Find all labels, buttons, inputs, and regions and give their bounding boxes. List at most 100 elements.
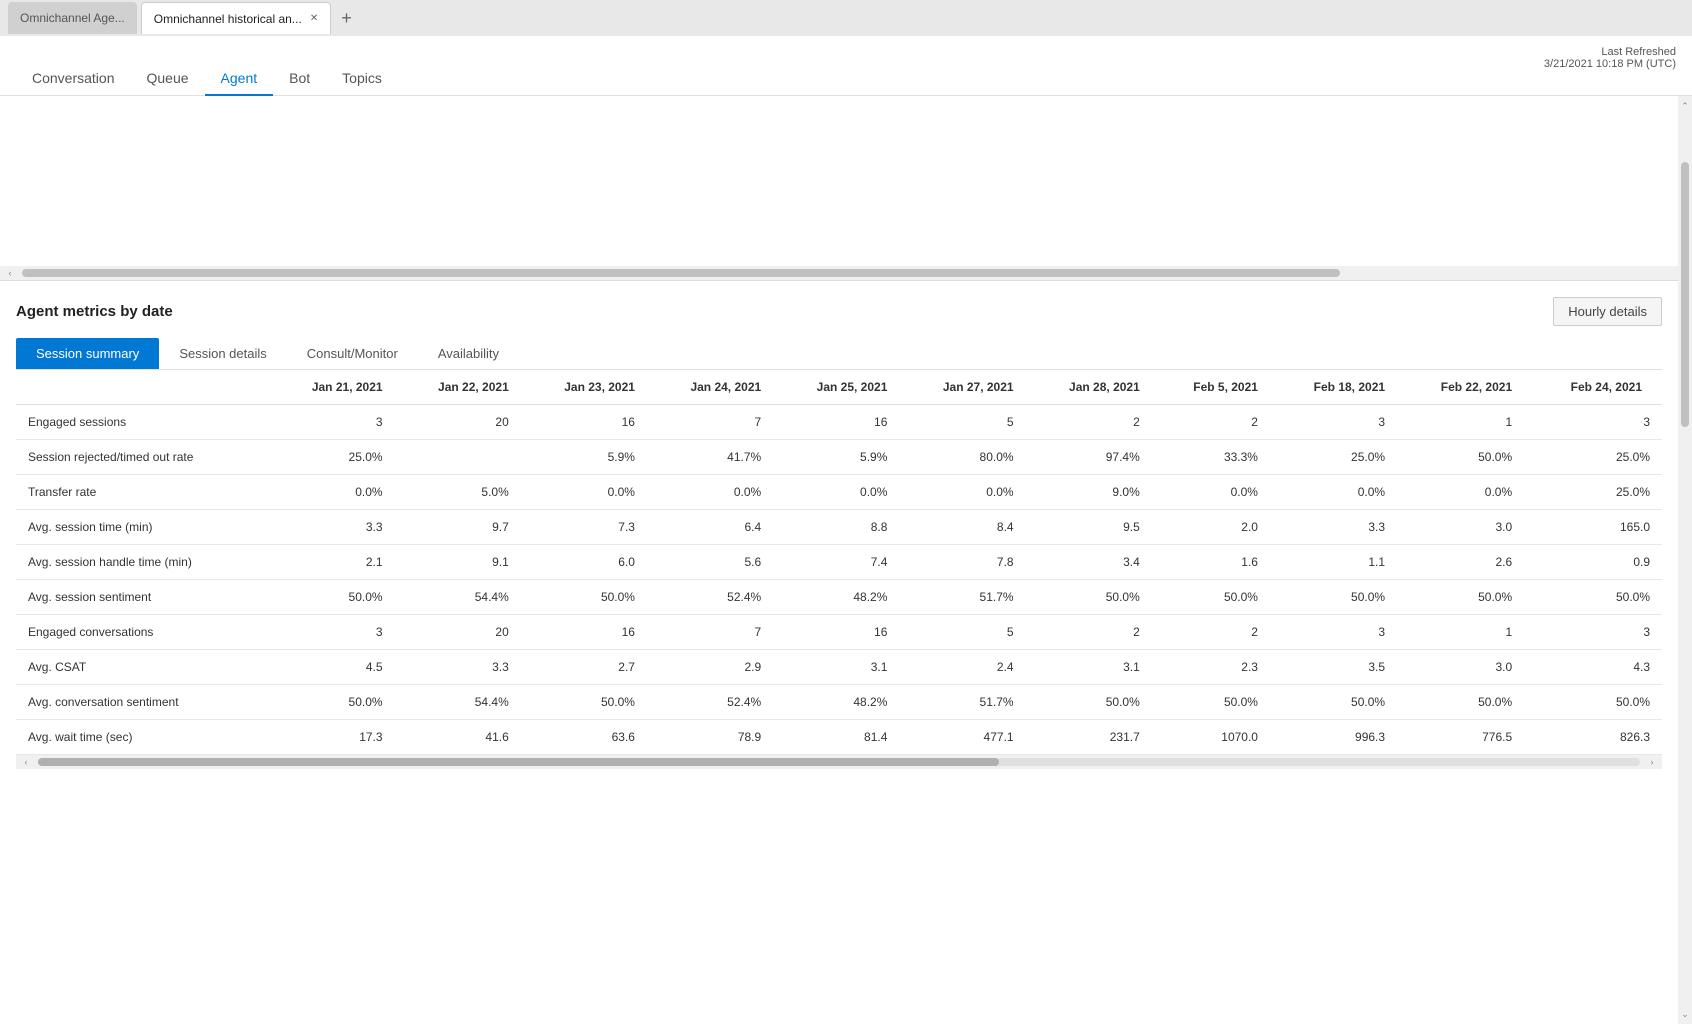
add-tab-button[interactable]: + <box>335 8 358 29</box>
cell-value: 48.2% <box>773 685 899 720</box>
cell-value: 50.0% <box>1397 685 1524 720</box>
cell-value: 50.0% <box>1397 440 1524 475</box>
hourly-details-button[interactable]: Hourly details <box>1553 297 1662 326</box>
last-refreshed: Last Refreshed 3/21/2021 10:18 PM (UTC) <box>1544 46 1676 70</box>
cell-value: 9.1 <box>395 545 521 580</box>
cell-value: 52.4% <box>647 580 773 615</box>
cell-value: 25.0% <box>1524 440 1662 475</box>
cell-value: 0.9 <box>1524 545 1662 580</box>
tab-session-details[interactable]: Session details <box>159 338 286 369</box>
scroll-left-arrow-bottom[interactable]: ‹ <box>16 755 36 769</box>
cell-metric: Avg. session handle time (min) <box>16 545 268 580</box>
tab-inactive-label: Omnichannel Age... <box>20 11 125 25</box>
cell-metric: Transfer rate <box>16 475 268 510</box>
cell-value: 3.1 <box>1026 650 1152 685</box>
cell-value: 50.0% <box>1152 580 1270 615</box>
close-icon[interactable]: ✕ <box>310 13 318 24</box>
table-row: Engaged conversations32016716522313 <box>16 615 1662 650</box>
chart-area: ‹ › <box>0 96 1692 281</box>
cell-value: 3 <box>1270 615 1397 650</box>
scroll-thumb-bottom[interactable] <box>38 758 999 766</box>
cell-value: 3.3 <box>268 510 394 545</box>
data-table-container[interactable]: Jan 21, 2021 Jan 22, 2021 Jan 23, 2021 J… <box>16 370 1662 755</box>
cell-value: 50.0% <box>1397 580 1524 615</box>
cell-value: 97.4% <box>1026 440 1152 475</box>
cell-value: 51.7% <box>899 580 1025 615</box>
cell-value: 63.6 <box>521 720 647 755</box>
cell-value: 4.5 <box>268 650 394 685</box>
col-header-jan28: Jan 28, 2021 <box>1026 370 1152 405</box>
cell-value: 50.0% <box>1152 685 1270 720</box>
last-refreshed-label: Last Refreshed <box>1544 46 1676 58</box>
cell-value: 3.1 <box>773 650 899 685</box>
scroll-thumb[interactable] <box>22 269 1340 277</box>
cell-metric: Engaged sessions <box>16 405 268 440</box>
section-title: Agent metrics by date <box>16 303 173 320</box>
cell-value: 50.0% <box>1524 685 1662 720</box>
v-scroll-thumb[interactable] <box>1681 162 1689 427</box>
cell-value: 2 <box>1152 615 1270 650</box>
tab-availability[interactable]: Availability <box>418 338 519 369</box>
cell-value: 78.9 <box>647 720 773 755</box>
cell-value: 1.6 <box>1152 545 1270 580</box>
cell-value: 5 <box>899 615 1025 650</box>
table-row: Avg. session time (min)3.39.77.36.48.88.… <box>16 510 1662 545</box>
col-header-jan22: Jan 22, 2021 <box>395 370 521 405</box>
cell-value: 0.0% <box>1270 475 1397 510</box>
col-header-jan27: Jan 27, 2021 <box>899 370 1025 405</box>
cell-value: 17.3 <box>268 720 394 755</box>
cell-value: 3.0 <box>1397 510 1524 545</box>
cell-value: 9.5 <box>1026 510 1152 545</box>
table-row: Avg. conversation sentiment50.0%54.4%50.… <box>16 685 1662 720</box>
scroll-up-arrow[interactable]: ⌃ <box>1678 96 1692 116</box>
tab-active[interactable]: Omnichannel historical an... ✕ <box>141 2 331 34</box>
col-header-feb24: Feb 24, 2021 <box>1524 370 1662 405</box>
col-header-jan23: Jan 23, 2021 <box>521 370 647 405</box>
cell-value: 16 <box>773 615 899 650</box>
cell-value: 3 <box>268 615 394 650</box>
cell-value: 20 <box>395 405 521 440</box>
cell-value: 7 <box>647 405 773 440</box>
cell-value: 50.0% <box>1270 685 1397 720</box>
cell-value: 826.3 <box>1524 720 1662 755</box>
table-row: Transfer rate0.0%5.0%0.0%0.0%0.0%0.0%9.0… <box>16 475 1662 510</box>
nav-item-agent[interactable]: Agent <box>205 62 274 96</box>
cell-value: 5.6 <box>647 545 773 580</box>
nav-item-conversation[interactable]: Conversation <box>16 62 131 96</box>
scroll-left-arrow[interactable]: ‹ <box>0 266 20 280</box>
nav-item-queue[interactable]: Queue <box>131 62 205 96</box>
cell-value: 5.9% <box>773 440 899 475</box>
col-header-feb5: Feb 5, 2021 <box>1152 370 1270 405</box>
cell-value: 41.6 <box>395 720 521 755</box>
nav-item-topics[interactable]: Topics <box>326 62 398 96</box>
cell-value: 2 <box>1152 405 1270 440</box>
cell-value: 2.4 <box>899 650 1025 685</box>
cell-value: 9.7 <box>395 510 521 545</box>
cell-value: 0.0% <box>1397 475 1524 510</box>
scroll-right-arrow-bottom[interactable]: › <box>1642 755 1662 769</box>
cell-value: 1.1 <box>1270 545 1397 580</box>
cell-value: 3.3 <box>395 650 521 685</box>
tab-inactive[interactable]: Omnichannel Age... <box>8 2 137 34</box>
cell-value: 50.0% <box>521 580 647 615</box>
cell-value: 41.7% <box>647 440 773 475</box>
cell-value: 50.0% <box>268 685 394 720</box>
cell-value: 1 <box>1397 615 1524 650</box>
cell-value: 231.7 <box>1026 720 1152 755</box>
nav-item-bot[interactable]: Bot <box>273 62 326 96</box>
cell-value: 3.4 <box>1026 545 1152 580</box>
tab-session-summary[interactable]: Session summary <box>16 338 159 369</box>
col-header-feb22: Feb 22, 2021 <box>1397 370 1524 405</box>
tab-consult-monitor[interactable]: Consult/Monitor <box>287 338 418 369</box>
scroll-down-arrow[interactable]: ⌄ <box>1678 1004 1692 1024</box>
cell-value: 5.0% <box>395 475 521 510</box>
cell-value: 996.3 <box>1270 720 1397 755</box>
cell-value: 3 <box>268 405 394 440</box>
col-header-feb18: Feb 18, 2021 <box>1270 370 1397 405</box>
cell-value: 54.4% <box>395 580 521 615</box>
cell-value: 776.5 <box>1397 720 1524 755</box>
cell-value: 25.0% <box>268 440 394 475</box>
cell-metric: Avg. session time (min) <box>16 510 268 545</box>
data-table: Jan 21, 2021 Jan 22, 2021 Jan 23, 2021 J… <box>16 370 1662 755</box>
cell-metric: Avg. session sentiment <box>16 580 268 615</box>
